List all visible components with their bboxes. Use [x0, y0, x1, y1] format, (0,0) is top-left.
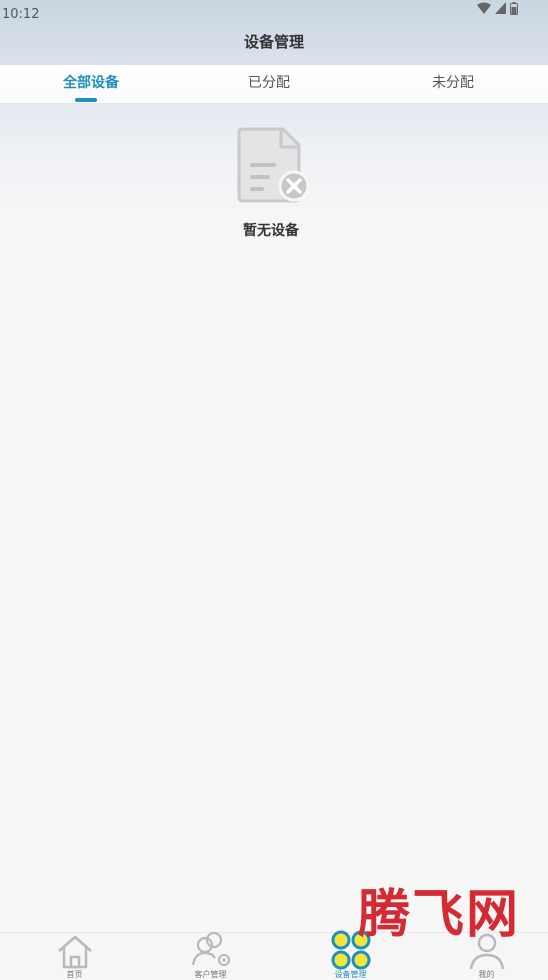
status-bar: 10:12 [0, 0, 548, 30]
signal-icon [495, 2, 506, 14]
file-error-icon [237, 127, 310, 203]
active-tab-indicator [75, 98, 97, 102]
tab-unassigned[interactable]: 未分配 [362, 65, 544, 103]
empty-state-text: 暂无设备 [243, 223, 299, 239]
nav-customers[interactable]: 客户管理 [142, 931, 279, 979]
tab-assigned[interactable]: 已分配 [178, 65, 360, 103]
wifi-icon [477, 2, 491, 14]
svg-text:腾飞网: 腾飞网 [358, 884, 520, 944]
status-icons [477, 1, 518, 15]
status-time: 10:12 [2, 7, 40, 22]
customer-icon [191, 931, 230, 966]
nav-home[interactable]: 首页 [6, 933, 143, 979]
watermark-logo: 腾飞网 [358, 884, 520, 944]
battery-icon [510, 1, 518, 15]
home-icon [57, 935, 92, 969]
page-title: 设备管理 [243, 33, 304, 51]
